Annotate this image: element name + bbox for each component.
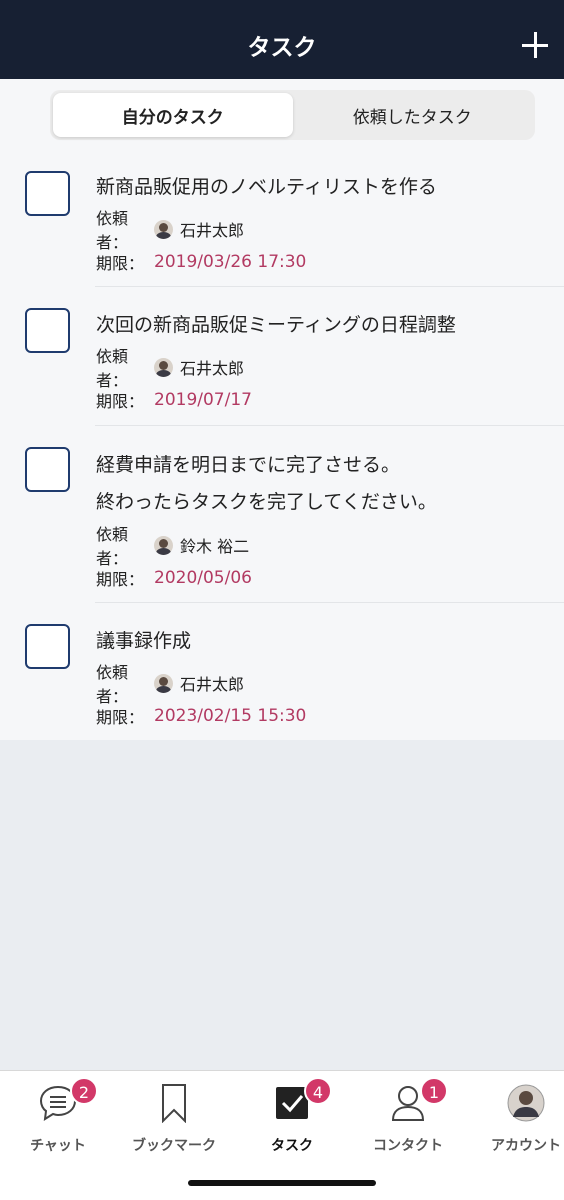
tab-account[interactable]: アカウント bbox=[470, 1079, 564, 1154]
task-item[interactable]: 新商品販促用のノベルティリストを作る 依頼者： 石井太郎 期限： 2019/03… bbox=[0, 159, 564, 287]
account-avatar-icon bbox=[507, 1084, 545, 1122]
avatar bbox=[154, 357, 173, 377]
add-task-button[interactable] bbox=[516, 26, 556, 66]
task-item[interactable]: 次回の新商品販促ミーティングの日程調整 依頼者： 石井太郎 期限： 2019/0… bbox=[0, 287, 564, 426]
tab-my-tasks[interactable]: 自分のタスク bbox=[53, 93, 293, 137]
task-count-badge: 4 bbox=[304, 1077, 332, 1105]
task-requester: 依頼者： 石井太郎 bbox=[96, 209, 245, 252]
tab-contact[interactable]: 1 コンタクト bbox=[352, 1077, 464, 1154]
due-label: 期限： bbox=[96, 254, 145, 273]
requester-name: 鈴木 裕二 bbox=[180, 537, 250, 556]
requester-label: 依頼者： bbox=[96, 525, 129, 568]
due-date: 2020/05/06 bbox=[154, 568, 252, 588]
due-label: 期限： bbox=[96, 570, 145, 589]
task-due: 期限： 2023/02/15 15:30 bbox=[96, 704, 306, 728]
task-due: 期限： 2019/03/26 17:30 bbox=[96, 250, 306, 274]
task-checkbox[interactable] bbox=[25, 308, 70, 353]
segmented-control: 自分のタスク 依頼したタスク bbox=[50, 90, 535, 140]
task-title: 新商品販促用のノベルティリストを作る bbox=[96, 176, 437, 198]
task-list-area: 自分のタスク 依頼したタスク 新商品販促用のノベルティリストを作る 依頼者： 石… bbox=[0, 79, 564, 740]
due-date: 2019/03/26 17:30 bbox=[154, 252, 307, 272]
contact-badge: 1 bbox=[420, 1077, 448, 1105]
tab-label: ブックマーク bbox=[132, 1138, 216, 1154]
task-title: 議事録作成 bbox=[96, 630, 192, 652]
tab-task[interactable]: 4 タスク bbox=[236, 1077, 348, 1154]
due-date: 2023/02/15 15:30 bbox=[154, 706, 307, 726]
due-label: 期限： bbox=[96, 708, 145, 727]
task-checkbox[interactable] bbox=[25, 624, 70, 669]
requester-name: 石井太郎 bbox=[180, 359, 245, 378]
due-date: 2019/07/17 bbox=[154, 390, 252, 410]
home-indicator bbox=[188, 1180, 376, 1186]
requester-label: 依頼者： bbox=[96, 209, 129, 252]
tab-label: チャット bbox=[30, 1138, 86, 1154]
tab-requested-tasks[interactable]: 依頼したタスク bbox=[293, 93, 533, 137]
task-checkbox[interactable] bbox=[25, 171, 70, 216]
task-requester: 依頼者： 石井太郎 bbox=[96, 347, 245, 390]
tab-label: アカウント bbox=[491, 1138, 561, 1154]
task-title: 次回の新商品販促ミーティングの日程調整 bbox=[96, 314, 456, 336]
requester-name: 石井太郎 bbox=[180, 221, 245, 240]
task-requester: 依頼者： 石井太郎 bbox=[96, 663, 245, 706]
tab-label: タスク bbox=[271, 1138, 313, 1154]
bookmark-icon bbox=[162, 1084, 186, 1123]
task-checkbox[interactable] bbox=[25, 447, 70, 492]
app-header: タスク bbox=[0, 0, 564, 79]
task-item[interactable]: 経費申請を明日までに完了させる。 終わったらタスクを完了してください。 依頼者：… bbox=[0, 426, 564, 603]
tab-bookmark[interactable]: ブックマーク bbox=[118, 1079, 230, 1154]
requester-label: 依頼者： bbox=[96, 347, 129, 390]
task-item[interactable]: 議事録作成 依頼者： 石井太郎 期限： 2023/02/15 15:30 bbox=[0, 603, 564, 740]
requester-label: 依頼者： bbox=[96, 663, 129, 706]
tab-label: コンタクト bbox=[373, 1138, 443, 1154]
avatar bbox=[154, 219, 173, 239]
task-requester: 依頼者： 鈴木 裕二 bbox=[96, 525, 250, 568]
task-due: 期限： 2019/07/17 bbox=[96, 388, 252, 412]
due-label: 期限： bbox=[96, 392, 145, 411]
task-due: 期限： 2020/05/06 bbox=[96, 566, 252, 590]
page-title: タスク bbox=[247, 35, 317, 61]
avatar bbox=[154, 673, 173, 693]
tab-chat[interactable]: 2 チャット bbox=[2, 1077, 114, 1154]
requester-name: 石井太郎 bbox=[180, 675, 245, 694]
avatar bbox=[154, 535, 173, 555]
unread-badge: 2 bbox=[70, 1077, 98, 1105]
task-title: 経費申請を明日までに完了させる。 終わったらタスクを完了してください。 bbox=[96, 454, 437, 513]
